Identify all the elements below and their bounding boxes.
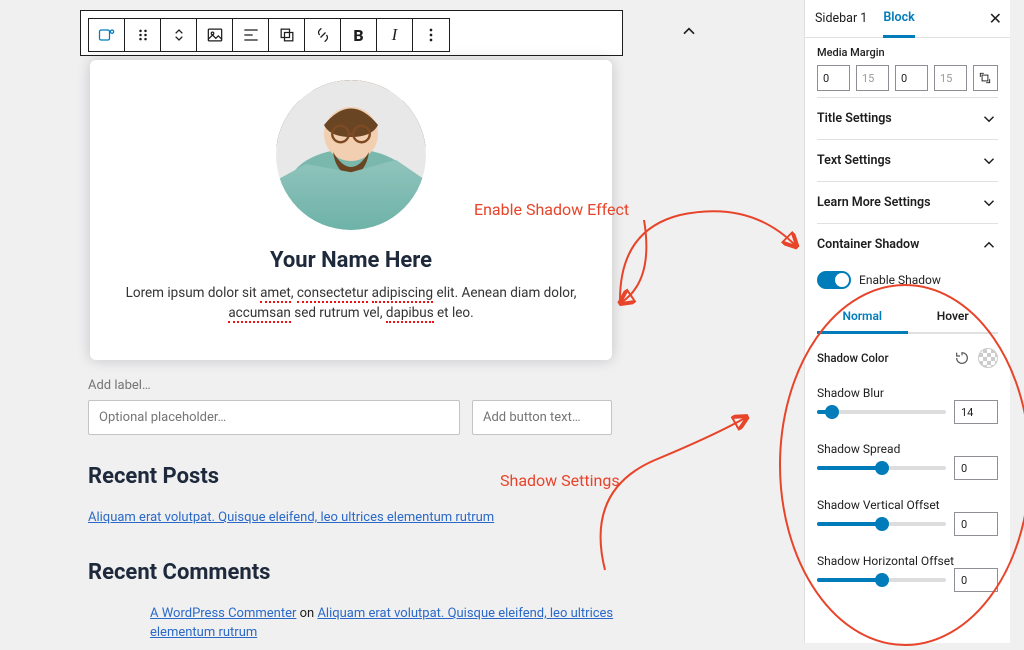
panel-text-settings[interactable]: Text Settings [817, 139, 998, 181]
shadow-spread-slider[interactable] [817, 466, 946, 470]
recent-posts-heading: Recent Posts [88, 464, 614, 489]
media-margin-label: Media Margin [817, 46, 998, 59]
comment-author-link[interactable]: A WordPress Commenter [150, 606, 296, 621]
label-placeholder[interactable]: Add label… [88, 378, 614, 393]
margin-top-input[interactable]: 0 [817, 65, 850, 91]
shadow-voffset-input[interactable]: 0 [954, 512, 998, 536]
shadow-hoffset-input[interactable]: 0 [954, 568, 998, 592]
move-updown-icon[interactable] [161, 19, 197, 51]
margin-right-input[interactable]: 15 [856, 65, 889, 91]
tab-sidebar1[interactable]: Sidebar 1 [815, 1, 867, 36]
shadow-voffset-slider[interactable] [817, 522, 946, 526]
recent-post-link[interactable]: Aliquam erat volutpat. Quisque eleifend,… [88, 510, 614, 525]
collapse-chevron-icon[interactable] [679, 22, 699, 42]
profile-card[interactable]: Your Name Here Lorem ipsum dolor sit ame… [90, 60, 612, 360]
chevron-down-icon [980, 152, 998, 170]
card-title[interactable]: Your Name Here [114, 248, 588, 273]
block-type-button[interactable] [89, 19, 125, 51]
subtab-normal[interactable]: Normal [817, 301, 908, 334]
chevron-up-icon [980, 236, 998, 254]
close-icon[interactable]: ✕ [989, 9, 1002, 28]
italic-button[interactable]: I [377, 19, 413, 51]
duplicate-icon[interactable] [269, 19, 305, 51]
bold-button[interactable]: B [341, 19, 377, 51]
recent-comment-item: A WordPress Commenter on Aliquam erat vo… [150, 605, 620, 643]
shadow-blur-slider[interactable] [817, 410, 946, 414]
sidebar-tabs: Sidebar 1 Block ✕ [805, 0, 1010, 38]
enable-shadow-label: Enable Shadow [859, 273, 941, 287]
button-text-input[interactable]: Add button text… [472, 400, 612, 435]
link-values-icon[interactable] [973, 65, 998, 91]
panel-title-settings[interactable]: Title Settings [817, 97, 998, 139]
shadow-subtabs: Normal Hover [817, 301, 998, 334]
shadow-blur-label: Shadow Blur [817, 386, 998, 400]
shadow-hoffset-slider[interactable] [817, 578, 946, 582]
margin-left-input[interactable]: 15 [934, 65, 967, 91]
reset-icon[interactable] [954, 350, 970, 366]
shadow-blur-input[interactable]: 14 [954, 400, 998, 424]
media-margin-controls: 0 15 0 15 [817, 65, 998, 91]
enable-shadow-row: Enable Shadow [817, 265, 998, 301]
panel-container-shadow[interactable]: Container Shadow [817, 223, 998, 265]
block-toolbar: B I [88, 18, 450, 52]
card-description[interactable]: Lorem ipsum dolor sit amet, consectetur … [114, 283, 588, 324]
tab-block[interactable]: Block [883, 0, 914, 38]
chevron-down-icon [980, 110, 998, 128]
panel-learn-more-settings[interactable]: Learn More Settings [817, 181, 998, 223]
drag-handle-icon[interactable] [125, 19, 161, 51]
shadow-spread-label: Shadow Spread [817, 442, 998, 456]
shadow-hoffset-label: Shadow Horizontal Offset [817, 554, 998, 568]
chevron-down-icon [980, 194, 998, 212]
input-row: Optional placeholder… Add button text… [88, 400, 614, 435]
shadow-color-label: Shadow Color [817, 351, 889, 365]
margin-bottom-input[interactable]: 0 [895, 65, 928, 91]
more-options-icon[interactable] [413, 19, 449, 51]
image-icon[interactable] [197, 19, 233, 51]
avatar-image [276, 80, 426, 230]
enable-shadow-toggle[interactable] [817, 271, 851, 289]
link-icon[interactable] [305, 19, 341, 51]
shadow-spread-input[interactable]: 0 [954, 456, 998, 480]
recent-comments-heading: Recent Comments [88, 560, 614, 585]
shadow-voffset-label: Shadow Vertical Offset [817, 498, 998, 512]
align-icon[interactable] [233, 19, 269, 51]
subtab-hover[interactable]: Hover [908, 301, 999, 332]
settings-sidebar: Sidebar 1 Block ✕ Media Margin 0 15 0 15… [804, 0, 1010, 643]
text-input[interactable]: Optional placeholder… [88, 400, 460, 435]
color-swatch[interactable] [978, 348, 998, 368]
